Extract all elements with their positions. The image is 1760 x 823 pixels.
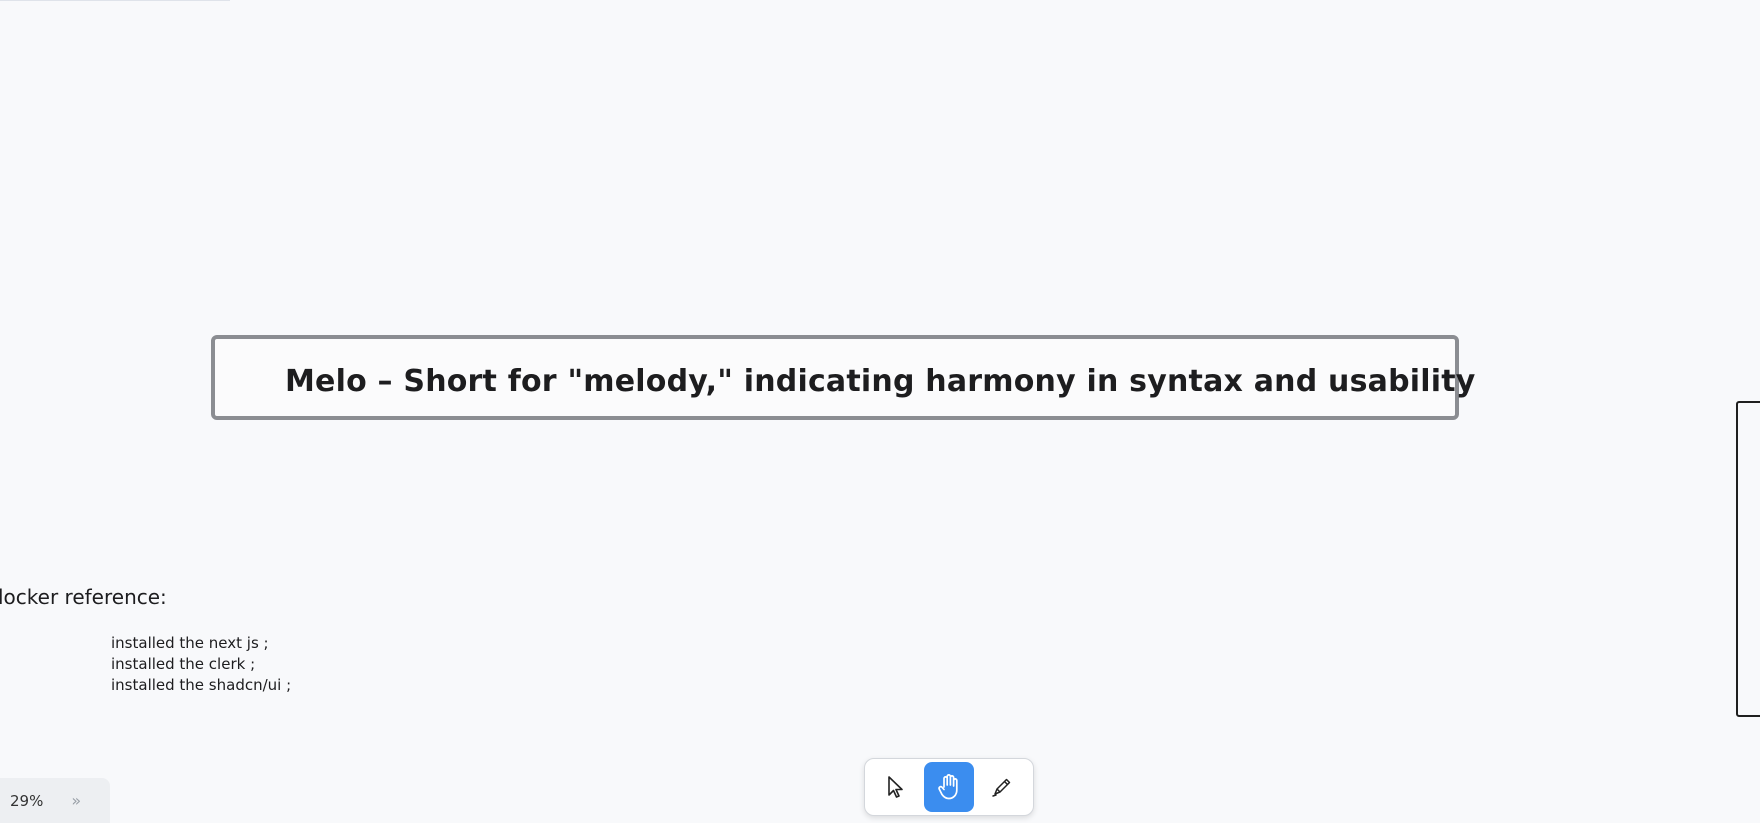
reference-heading: locker reference: (0, 585, 167, 609)
title-card[interactable]: Melo – Short for "melody," indicating ha… (211, 335, 1475, 420)
hand-icon (938, 774, 958, 800)
tool-toolbar (864, 758, 1034, 816)
offscreen-frame[interactable] (1736, 401, 1760, 717)
note-line: installed the clerk ; (111, 655, 256, 673)
zoom-panel: 29% ›› (0, 778, 110, 823)
top-edge-strip (0, 0, 230, 1)
zoom-level[interactable]: 29% (10, 792, 43, 810)
note-line: installed the next js ; (111, 634, 269, 652)
notes-list: installed the next js ; installed the cl… (111, 633, 291, 696)
note-line: installed the shadcn/ui ; (111, 676, 292, 694)
pen-icon (992, 778, 1011, 797)
title-card-text: Melo – Short for "melody," indicating ha… (285, 364, 1476, 399)
whiteboard-canvas[interactable]: Melo – Short for "melody," indicating ha… (0, 0, 1760, 823)
hand-tool-button[interactable] (924, 762, 974, 812)
draw-tool-button[interactable] (977, 762, 1027, 812)
cursor-icon (888, 776, 903, 798)
expand-chevrons-icon[interactable]: ›› (71, 791, 81, 810)
select-tool-button[interactable] (871, 762, 921, 812)
